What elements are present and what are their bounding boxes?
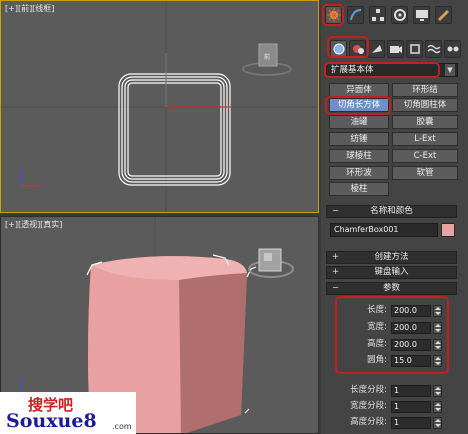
rollout-expand-icon: +: [332, 267, 340, 277]
lights-icon[interactable]: [368, 40, 385, 58]
object-type-ringwave[interactable]: 环形波: [329, 166, 389, 180]
rollout-name-color[interactable]: − 名称和颜色: [326, 205, 457, 218]
front-viewport[interactable]: 前 [+][前][线框]: [0, 0, 319, 213]
rollout-creation-method[interactable]: + 创建方法: [326, 251, 457, 264]
segment-width-input[interactable]: 1: [391, 401, 431, 413]
highlight-chamfer-box: [325, 96, 391, 115]
object-type-chamfer-cylinder[interactable]: 切角圆柱体: [392, 98, 458, 112]
object-name-field[interactable]: ChamferBox001: [330, 223, 438, 237]
object-type-torus-knot[interactable]: 环形结: [392, 83, 458, 97]
cameras-icon[interactable]: [387, 40, 404, 58]
segment-length: 长度分段: 1: [335, 384, 445, 398]
perspective-viewport-label[interactable]: [+][透视][真实]: [5, 219, 62, 230]
segment-width-spinner[interactable]: [433, 401, 442, 413]
segment-length-label: 长度分段:: [350, 385, 387, 395]
object-type-prism[interactable]: 棱柱: [329, 182, 389, 196]
watermark-line3: .com: [112, 422, 132, 431]
segment-height-spinner[interactable]: [433, 417, 442, 429]
highlight-category: [327, 36, 369, 58]
highlight-parameters: [335, 296, 449, 374]
watermark-logo: 搜学吧 Souxue8 .com: [0, 392, 136, 434]
hierarchy-tab[interactable]: [369, 6, 386, 24]
object-type-capsule[interactable]: 胶囊: [392, 115, 458, 129]
watermark-line2: Souxue8: [6, 410, 97, 432]
rollout-collapse-icon: −: [332, 206, 340, 216]
command-panel: 扩展基本体 ▼ 异面体 环形结 切角长方体 切角圆柱体 油罐 胶囊 纺锤 L-E…: [321, 0, 468, 434]
viewcube-label: 前: [264, 53, 270, 61]
segment-width-label: 宽度分段:: [350, 401, 387, 411]
axis-tripod: [20, 169, 39, 187]
segment-height-label: 高度分段:: [350, 417, 387, 427]
perspective-viewcube: [248, 248, 294, 278]
rollout-creation-method-title: 创建方法: [374, 252, 409, 262]
object-type-c-ext[interactable]: C-Ext: [392, 149, 458, 163]
rollout-keyboard-entry[interactable]: + 键盘输入: [326, 266, 457, 279]
rollout-parameters-title: 参数: [382, 283, 400, 293]
object-type-l-ext[interactable]: L-Ext: [392, 132, 458, 146]
motion-tab[interactable]: [391, 6, 408, 24]
modify-tab[interactable]: [347, 6, 364, 24]
segment-width: 宽度分段: 1: [335, 400, 445, 414]
object-type-hose[interactable]: 软管: [392, 166, 458, 180]
object-type-oil-tank[interactable]: 油罐: [329, 115, 389, 129]
chevron-down-icon[interactable]: ▼: [445, 64, 455, 76]
segment-length-spinner[interactable]: [433, 385, 442, 397]
utilities-tab[interactable]: [435, 6, 452, 24]
object-type-hedra[interactable]: 异面体: [329, 83, 389, 97]
rollout-keyboard-entry-title: 键盘输入: [374, 267, 409, 277]
front-viewport-canvas: 前: [1, 1, 318, 212]
spacewarps-icon[interactable]: [425, 40, 442, 58]
rollout-expand-icon: +: [332, 252, 340, 262]
object-type-gengon[interactable]: 球棱柱: [329, 149, 389, 163]
segment-height: 高度分段: 1: [335, 416, 445, 430]
segment-height-input[interactable]: 1: [391, 417, 431, 429]
highlight-create-tab: [322, 4, 344, 26]
rollout-collapse-icon: −: [332, 283, 340, 293]
front-viewport-label[interactable]: [+][前][线框]: [5, 3, 54, 14]
display-tab[interactable]: [413, 6, 430, 24]
rollout-name-color-title: 名称和颜色: [370, 206, 413, 216]
highlight-dropdown: [324, 62, 440, 78]
object-type-spindle[interactable]: 纺锤: [329, 132, 389, 146]
object-color-swatch[interactable]: [441, 223, 455, 237]
segment-length-input[interactable]: 1: [391, 385, 431, 397]
rollout-parameters[interactable]: − 参数: [326, 282, 457, 295]
helpers-icon[interactable]: [406, 40, 423, 58]
systems-icon[interactable]: [444, 40, 461, 58]
chamfer-box-wireframe: [118, 73, 231, 186]
